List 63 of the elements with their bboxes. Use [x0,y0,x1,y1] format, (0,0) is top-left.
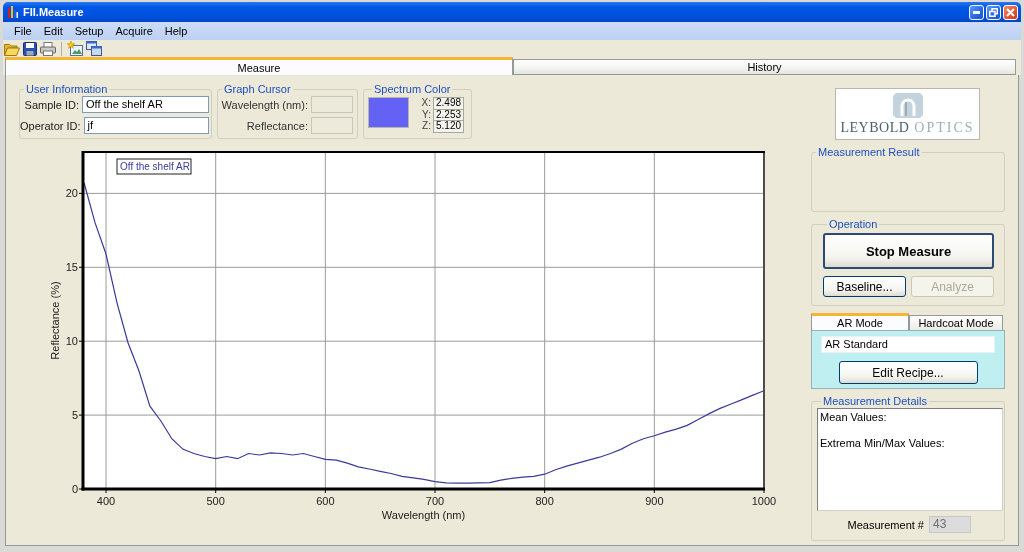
group-title: Graph Cursor [223,83,292,95]
operation-button[interactable]: Baseline... [823,276,906,297]
group-title: Spectrum Color [373,83,452,95]
x-tick-label: 600 [316,495,335,507]
x-tick-label: 800 [535,495,554,507]
field-label: Reflectance: [246,119,308,132]
recipe-field[interactable]: AR Standard [821,336,995,353]
restore-icon [989,7,998,17]
details-text-area[interactable]: Mean Values: Extrema Min/Max Values: [817,408,1003,511]
measurement-number-field: 43 [929,516,971,533]
mode-tab[interactable]: Hardcoat Mode [909,315,1003,330]
y-tick-label: 5 [71,409,78,422]
field-label: Measurement # [847,518,924,531]
printer-icon[interactable] [40,41,56,56]
group-title: User Information [25,83,109,95]
coordinate-value: 5.120 [433,120,464,133]
field-label: Wavelength (nm): [221,98,308,111]
menu-item[interactable]: Help [158,25,194,37]
menu-item[interactable]: Acquire [109,25,159,37]
menu-item[interactable]: Setup [68,25,110,37]
minimize-button[interactable] [969,4,984,20]
stacked-windows-icon[interactable] [86,41,102,56]
close-button[interactable] [1003,4,1018,20]
text-field[interactable]: Off the shelf AR [82,96,209,113]
close-icon [1006,7,1015,17]
group-title: Operation [828,218,879,230]
mode-tab[interactable]: AR Mode [811,313,909,330]
y-axis-title: Reflectance (%) [49,281,61,360]
operation-button: Analyze [911,276,994,297]
coordinate-label: Y: [421,108,431,120]
coordinate-label: X: [420,97,431,109]
menu-item[interactable]: File [8,25,38,37]
logo-text: LEYBOLD [840,120,910,136]
image-star-icon[interactable] [67,41,83,56]
y-tick-label: 0 [71,483,78,495]
restore-button[interactable] [986,4,1001,20]
x-tick-label: 1000 [751,495,777,507]
minimize-icon [973,10,980,14]
group-title: Measurement Details [822,395,928,407]
y-tick-label: 10 [65,335,78,348]
tab[interactable]: History [513,59,1016,75]
logo-emblem-icon [892,93,923,118]
field-label: Sample ID: [24,98,79,111]
window-title: FII.Measure [23,6,84,18]
coordinate-label: Z: [421,120,431,133]
x-tick-label: 700 [425,495,445,507]
bars-icon [8,6,18,18]
x-tick-label: 400 [96,495,116,507]
text-field[interactable]: jf [83,117,209,134]
edit-recipe-button[interactable]: Edit Recipe... [838,361,978,384]
tab[interactable]: Measure [5,57,513,75]
y-tick-label: 20 [65,187,78,200]
x-tick-label: 900 [645,495,664,507]
logo-text: OPTICS [914,120,975,136]
chart-legend: Off the shelf AR [116,158,192,175]
field-label: Operator ID: [20,119,81,132]
stop-measure-button[interactable]: Stop Measure [823,233,994,269]
x-tick-label: 500 [206,495,225,507]
x-axis-title: Wavelength (nm) [381,509,466,521]
coordinate-value: 2.498 [433,97,464,109]
y-tick-label: 15 [65,261,78,274]
menu-item[interactable]: Edit [37,25,69,37]
group-title: Measurement Result [817,146,921,158]
